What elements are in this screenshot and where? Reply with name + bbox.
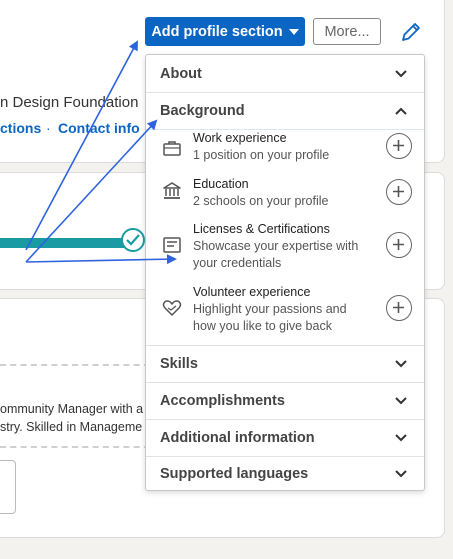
menu-item-title: Volunteer experience <box>193 285 311 299</box>
contact-info-link[interactable]: Contact info <box>58 120 140 136</box>
chevron-up-icon <box>395 107 407 115</box>
media-thumbnail[interactable] <box>0 460 16 514</box>
add-profile-section-button[interactable]: Add profile section <box>145 17 305 46</box>
plus-icon <box>393 239 404 250</box>
menu-item-description: 1 position on your profile <box>193 148 330 162</box>
chevron-down-icon <box>395 70 407 78</box>
certificate-icon <box>163 237 181 253</box>
caret-down-icon <box>288 28 299 35</box>
divider <box>0 446 150 448</box>
menu-section-additional-information[interactable]: Additional information <box>146 420 424 456</box>
menu-item-description: 2 schools on your profile <box>193 194 329 208</box>
menu-item-education[interactable]: Education 2 schools on your profile <box>146 177 424 227</box>
connections-link[interactable]: ctions <box>0 120 41 136</box>
menu-item-title: Education <box>193 177 249 191</box>
menu-section-skills[interactable]: Skills <box>146 346 424 382</box>
menu-item-work-experience[interactable]: Work experience 1 position on your profi… <box>146 130 424 180</box>
menu-section-label: Additional information <box>160 430 315 446</box>
menu-section-label: Skills <box>160 356 198 372</box>
heart-hand-icon <box>162 300 182 316</box>
add-work-experience-button[interactable] <box>386 133 412 159</box>
menu-section-about[interactable]: About <box>146 56 424 92</box>
chevron-down-icon <box>395 397 407 405</box>
summary-text: stry. Skilled in Manageme <box>0 420 143 434</box>
menu-item-description: Highlight your passions and how you like… <box>193 302 347 333</box>
menu-item-title: Licenses & Certifications <box>193 222 330 236</box>
more-button[interactable]: More... <box>313 18 381 45</box>
menu-section-supported-languages[interactable]: Supported languages <box>146 456 424 492</box>
menu-section-label: Background <box>160 103 245 119</box>
briefcase-icon <box>163 141 181 156</box>
menu-section-label: Accomplishments <box>160 393 285 409</box>
organization-text: n Design Foundation <box>0 94 139 111</box>
plus-icon <box>393 302 404 313</box>
add-education-button[interactable] <box>386 179 412 205</box>
menu-item-description: Showcase your expertise with your creden… <box>193 239 359 270</box>
menu-section-background[interactable]: Background <box>146 92 424 130</box>
add-section-dropdown: About Background Work experience 1 posit… <box>145 54 425 491</box>
menu-section-label: Supported languages <box>160 466 309 482</box>
separator-dot: · <box>46 120 51 136</box>
add-license-certification-button[interactable] <box>386 232 412 258</box>
add-profile-section-label: Add profile section <box>151 23 283 40</box>
divider <box>0 364 150 366</box>
profile-strength-progress-bar <box>0 238 135 248</box>
add-volunteer-experience-button[interactable] <box>386 295 412 321</box>
chevron-down-icon <box>395 434 407 442</box>
plus-icon <box>393 186 404 197</box>
check-icon <box>121 228 145 252</box>
chevron-down-icon <box>395 360 407 368</box>
plus-icon <box>393 140 404 151</box>
pencil-icon[interactable] <box>400 21 422 43</box>
menu-item-title: Work experience <box>193 131 287 145</box>
menu-item-licenses-certifications[interactable]: Licenses & Certifications Showcase your … <box>146 222 424 278</box>
summary-text: ommunity Manager with a <box>0 402 144 416</box>
school-icon <box>163 182 181 199</box>
menu-section-label: About <box>160 66 202 82</box>
menu-item-volunteer-experience[interactable]: Volunteer experience Highlight your pass… <box>146 285 424 341</box>
menu-section-accomplishments[interactable]: Accomplishments <box>146 383 424 419</box>
chevron-down-icon <box>395 470 407 478</box>
